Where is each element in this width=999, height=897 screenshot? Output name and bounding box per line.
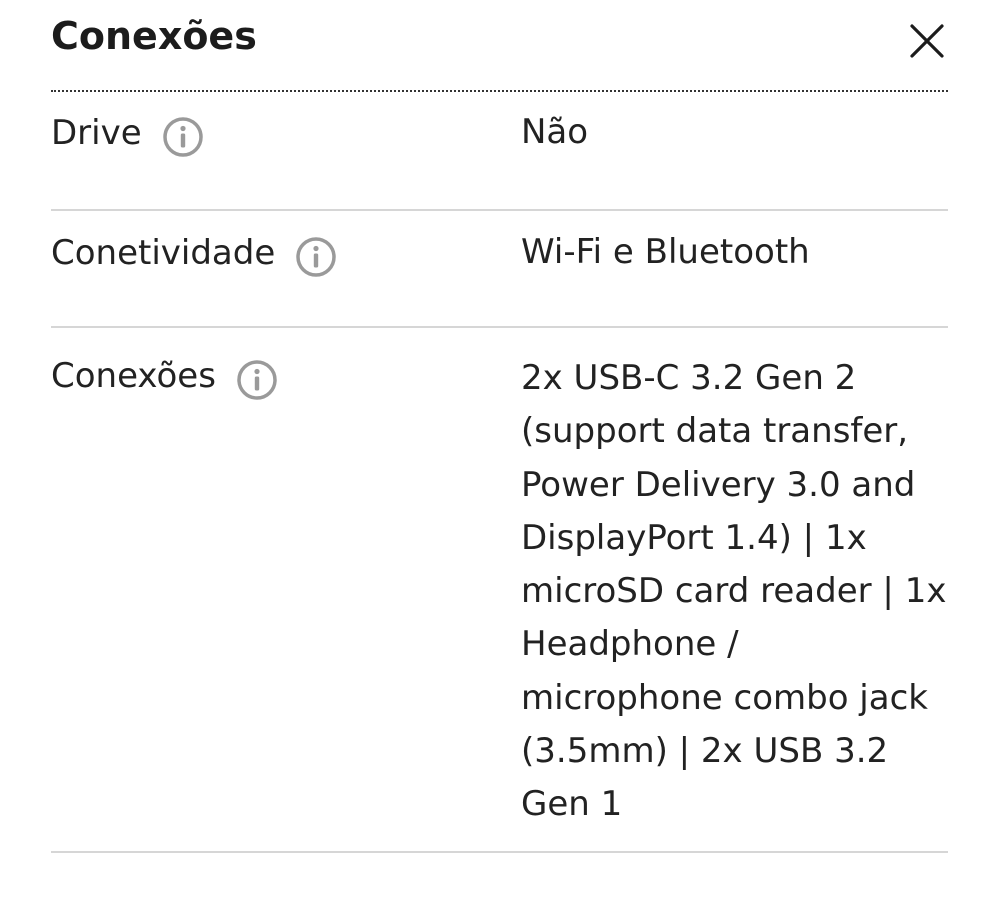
panel-header: Conexões — [51, 0, 948, 92]
spec-label: Conexões — [51, 355, 278, 400]
spec-row-drive: Drive Não — [51, 92, 948, 211]
spec-value: Não — [521, 112, 589, 152]
info-icon[interactable] — [162, 116, 204, 158]
spec-label: Drive — [51, 112, 204, 157]
spec-value: 2x USB-C 3.2 Gen 2 (support data transfe… — [521, 358, 947, 825]
panel-title: Conexões — [51, 14, 257, 58]
spec-row-connections: Conexões 2x USB-C 3.2 Gen 2 (support dat… — [51, 328, 948, 853]
spec-label: Conetividade — [51, 232, 337, 277]
connections-panel: Conexões Drive Não Conetividade Wi-Fi e … — [51, 0, 948, 853]
spec-value: Wi-Fi e Bluetooth — [521, 232, 810, 272]
spec-row-connectivity: Conetividade Wi-Fi e Bluetooth — [51, 211, 948, 328]
close-button[interactable] — [908, 22, 946, 60]
info-icon[interactable] — [295, 236, 337, 278]
info-icon[interactable] — [236, 359, 278, 401]
spec-label-text: Conexões — [51, 356, 216, 396]
spec-label-text: Conetividade — [51, 233, 276, 273]
close-icon — [910, 24, 944, 58]
spec-label-text: Drive — [51, 113, 142, 153]
